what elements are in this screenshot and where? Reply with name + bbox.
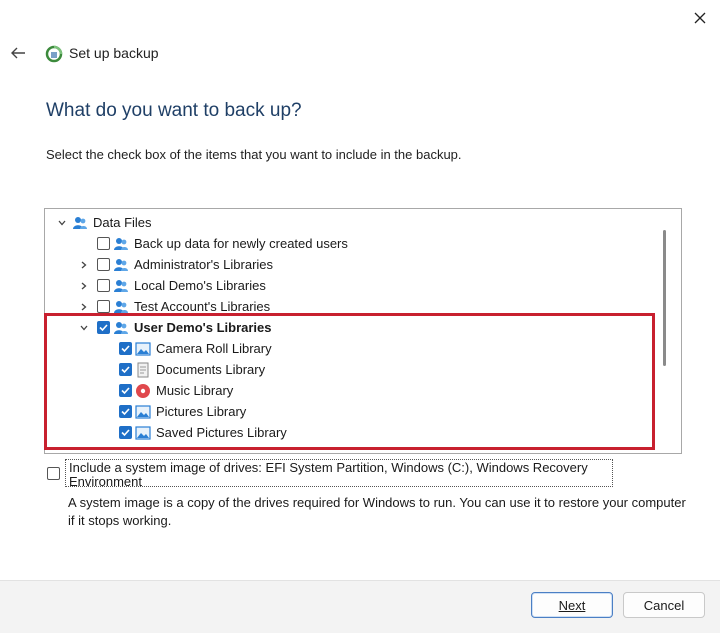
checkbox-checked[interactable]	[119, 342, 132, 355]
instructions-text: Select the check box of the items that y…	[46, 147, 462, 162]
checkmark-icon	[121, 345, 130, 353]
tree-item-label: Saved Pictures Library	[156, 425, 287, 440]
tree-item-administrator-libraries[interactable]: Administrator's Libraries	[77, 254, 273, 275]
backup-items-tree[interactable]: Data Files Back up data for newly create…	[44, 208, 682, 454]
close-icon	[694, 12, 706, 24]
checkbox-checked[interactable]	[97, 321, 110, 334]
tree-item-local-demo-libraries[interactable]: Local Demo's Libraries	[77, 275, 266, 296]
checkbox[interactable]	[97, 258, 110, 271]
cancel-button-label: Cancel	[643, 597, 685, 613]
chevron-down-icon[interactable]	[55, 212, 69, 233]
back-arrow-icon	[11, 47, 25, 59]
users-icon	[114, 258, 128, 271]
users-icon	[73, 216, 87, 229]
tree-item-label: Data Files	[93, 215, 152, 230]
tree-item-label: Test Account's Libraries	[134, 299, 271, 314]
tree-item-label: Back up data for newly created users	[134, 236, 348, 251]
checkbox-checked[interactable]	[119, 405, 132, 418]
chevron-right-icon[interactable]	[77, 254, 91, 275]
users-icon	[114, 300, 128, 313]
checkmark-icon	[121, 429, 130, 437]
close-button[interactable]	[684, 4, 716, 32]
system-image-checkbox[interactable]	[47, 467, 60, 480]
tree-item-data-files[interactable]: Data Files	[55, 212, 152, 233]
chevron-right-icon[interactable]	[77, 275, 91, 296]
checkmark-icon	[121, 387, 130, 395]
tree-scrollbar-thumb[interactable]	[663, 230, 666, 366]
checkbox[interactable]	[97, 300, 110, 313]
checkmark-icon	[121, 366, 130, 374]
tree-item-label: Administrator's Libraries	[134, 257, 274, 272]
checkmark-icon	[121, 408, 130, 416]
checkbox-checked[interactable]	[119, 384, 132, 397]
next-button-label: Next	[558, 597, 586, 613]
documents-library-icon	[137, 362, 149, 377]
tree-item-newly-created-users[interactable]: Back up data for newly created users	[97, 233, 348, 254]
checkbox-checked[interactable]	[119, 363, 132, 376]
checkbox[interactable]	[97, 237, 110, 250]
tree-item-label: Music Library	[156, 383, 234, 398]
tree-item-camera-roll-library[interactable]: Camera Roll Library	[119, 338, 272, 359]
users-icon	[114, 237, 128, 250]
image-library-icon	[135, 341, 151, 356]
checkmark-icon	[99, 324, 108, 332]
tree-item-label: Pictures Library	[156, 404, 247, 419]
back-button[interactable]	[6, 40, 32, 66]
tree-item-documents-library[interactable]: Documents Library	[119, 359, 265, 380]
tree-item-label: Documents Library	[156, 362, 266, 377]
chevron-right-icon[interactable]	[77, 296, 91, 317]
next-button[interactable]: Next	[531, 592, 613, 618]
checkbox[interactable]	[97, 279, 110, 292]
chevron-down-icon[interactable]	[77, 317, 91, 338]
tree-item-pictures-library[interactable]: Pictures Library	[119, 401, 246, 422]
cancel-button[interactable]: Cancel	[623, 592, 705, 618]
window-title: Set up backup	[69, 45, 159, 61]
setup-backup-window: Set up backup What do you want to back u…	[0, 0, 720, 633]
image-library-icon	[135, 425, 151, 440]
backup-icon	[45, 45, 63, 63]
checkbox-checked[interactable]	[119, 426, 132, 439]
tree-item-saved-pictures-library[interactable]: Saved Pictures Library	[119, 422, 287, 443]
system-image-label[interactable]: Include a system image of drives: EFI Sy…	[65, 459, 613, 487]
tree-item-label: Local Demo's Libraries	[134, 278, 266, 293]
tree-item-user-demo-libraries[interactable]: User Demo's Libraries	[77, 317, 271, 338]
system-image-description: A system image is a copy of the drives r…	[68, 495, 686, 528]
image-library-icon	[135, 404, 151, 419]
music-library-icon	[136, 383, 150, 398]
tree-item-music-library[interactable]: Music Library	[119, 380, 233, 401]
page-heading: What do you want to back up?	[46, 100, 302, 121]
tree-item-label: User Demo's Libraries	[134, 320, 272, 335]
tree-item-test-account-libraries[interactable]: Test Account's Libraries	[77, 296, 270, 317]
tree-item-label: Camera Roll Library	[156, 341, 272, 356]
users-icon	[114, 279, 128, 292]
users-icon	[114, 321, 128, 334]
